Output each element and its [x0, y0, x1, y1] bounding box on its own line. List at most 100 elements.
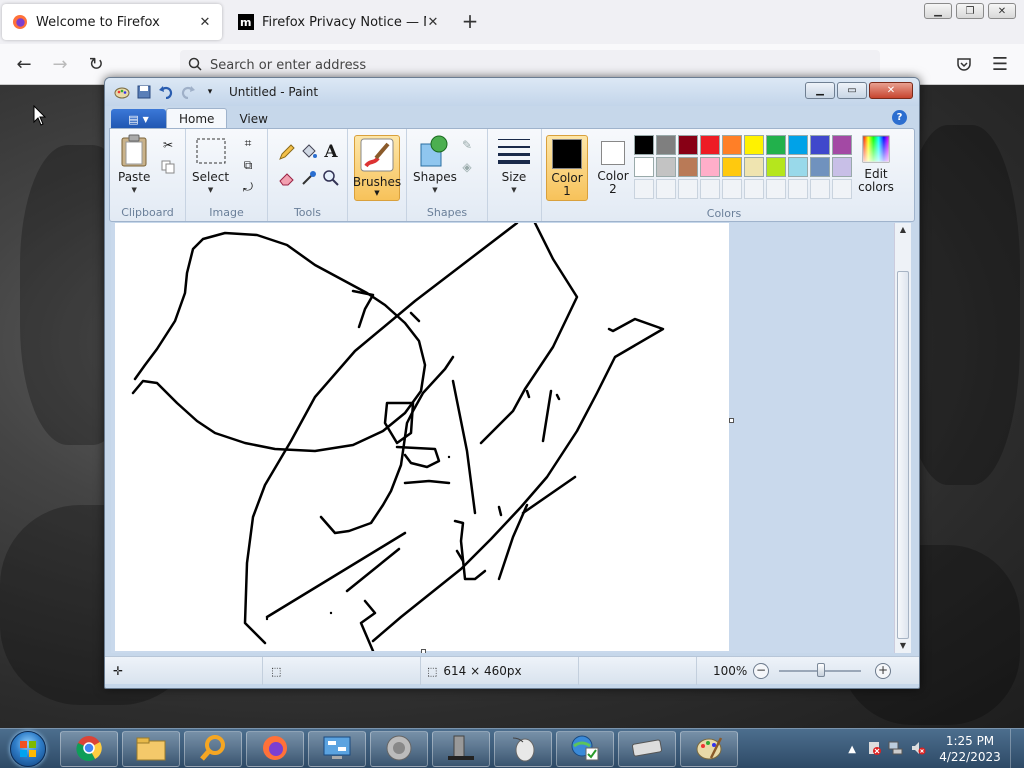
customize-quick-access-icon[interactable]: ▾: [201, 83, 219, 101]
palette-swatch-empty[interactable]: [634, 179, 654, 199]
reload-icon[interactable]: ↻: [84, 52, 108, 76]
zoom-out-button[interactable]: −: [753, 663, 769, 679]
file-menu-button[interactable]: ▤ ▼: [111, 109, 166, 129]
resize-icon[interactable]: ⧉: [238, 155, 258, 175]
taskbar-keyboard[interactable]: [618, 731, 676, 767]
color1-button[interactable]: Color 1: [546, 135, 588, 201]
paste-button[interactable]: Paste ▼: [118, 133, 150, 197]
palette-swatch[interactable]: [832, 135, 852, 155]
back-arrow-icon[interactable]: ←: [12, 52, 36, 76]
palette-swatch-empty[interactable]: [722, 179, 742, 199]
palette-swatch[interactable]: [700, 157, 720, 177]
zoom-slider-thumb[interactable]: [817, 663, 825, 677]
size-button[interactable]: Size ▼: [498, 133, 530, 197]
scroll-down-icon[interactable]: ▼: [895, 639, 911, 653]
scrollbar-thumb[interactable]: [897, 271, 909, 639]
resize-handle-bottom[interactable]: [421, 649, 426, 653]
redo-icon[interactable]: [179, 83, 197, 101]
crop-icon[interactable]: ⌗: [238, 133, 258, 153]
palette-swatch[interactable]: [634, 157, 654, 177]
save-icon[interactable]: [135, 83, 153, 101]
shapes-button[interactable]: Shapes ▼: [413, 133, 457, 197]
palette-swatch-empty[interactable]: [656, 179, 676, 199]
taskbar-paint[interactable]: [680, 731, 738, 767]
tab-home[interactable]: Home: [166, 108, 228, 129]
minimize-icon[interactable]: ▁: [924, 3, 952, 19]
minimize-icon[interactable]: ▁: [805, 82, 835, 99]
palette-swatch-empty[interactable]: [832, 179, 852, 199]
forward-arrow-icon[interactable]: →: [48, 52, 72, 76]
palette-swatch-empty[interactable]: [810, 179, 830, 199]
fill-bucket-icon[interactable]: [298, 141, 320, 163]
taskbar-control-panel[interactable]: [308, 731, 366, 767]
vertical-scrollbar[interactable]: ▲ ▼: [894, 223, 911, 653]
taskbar-search[interactable]: [184, 731, 242, 767]
palette-swatch[interactable]: [766, 157, 786, 177]
palette-swatch[interactable]: [810, 157, 830, 177]
text-tool-icon[interactable]: A: [320, 141, 342, 163]
select-button[interactable]: Select ▼: [192, 133, 229, 197]
palette-swatch[interactable]: [656, 157, 676, 177]
start-button[interactable]: [4, 730, 52, 768]
pocket-icon[interactable]: [952, 52, 976, 76]
maximize-icon[interactable]: ▭: [837, 82, 867, 99]
palette-swatch-empty[interactable]: [700, 179, 720, 199]
taskbar-mouse-settings[interactable]: [494, 731, 552, 767]
outline-icon[interactable]: ✎: [457, 135, 477, 155]
new-tab-button[interactable]: +: [458, 10, 482, 34]
palette-swatch[interactable]: [722, 135, 742, 155]
scroll-up-icon[interactable]: ▲: [895, 223, 911, 237]
taskbar-computer[interactable]: [432, 731, 490, 767]
palette-swatch[interactable]: [634, 135, 654, 155]
taskbar-sound[interactable]: [370, 731, 428, 767]
rotate-icon[interactable]: ⤾: [238, 177, 258, 197]
close-tab-icon[interactable]: ✕: [198, 15, 212, 30]
pencil-icon[interactable]: [276, 141, 298, 163]
color2-button[interactable]: Color 2: [592, 135, 634, 201]
eraser-icon[interactable]: [276, 167, 298, 189]
taskbar-network-tasks[interactable]: [556, 731, 614, 767]
menu-hamburger-icon[interactable]: ☰: [988, 52, 1012, 76]
cut-icon[interactable]: ✂: [158, 135, 178, 155]
undo-icon[interactable]: [157, 83, 175, 101]
resize-handle-right[interactable]: [729, 418, 734, 423]
palette-swatch[interactable]: [744, 157, 764, 177]
network-icon[interactable]: [888, 740, 904, 759]
system-clock[interactable]: 1:25 PM 4/22/2023: [934, 733, 1006, 765]
show-hidden-icons-icon[interactable]: ▲: [848, 744, 856, 755]
drawing-canvas[interactable]: [115, 223, 729, 651]
edit-colors-button[interactable]: Edit colors: [854, 135, 898, 194]
palette-swatch[interactable]: [678, 135, 698, 155]
close-window-icon[interactable]: ✕: [988, 3, 1016, 19]
zoom-in-button[interactable]: +: [875, 663, 891, 679]
volume-muted-icon[interactable]: [910, 740, 926, 759]
palette-swatch[interactable]: [700, 135, 720, 155]
color-picker-icon[interactable]: [298, 167, 320, 189]
copy-icon[interactable]: [158, 157, 178, 177]
magnifier-icon[interactable]: [320, 167, 342, 189]
tab-privacy-notice[interactable]: m Firefox Privacy Notice — Mozilla ✕: [228, 4, 450, 40]
taskbar-chrome[interactable]: [60, 731, 118, 767]
palette-swatch-empty[interactable]: [766, 179, 786, 199]
taskbar-file-explorer[interactable]: [122, 731, 180, 767]
restore-icon[interactable]: ❐: [956, 3, 984, 19]
palette-swatch-empty[interactable]: [744, 179, 764, 199]
palette-swatch[interactable]: [810, 135, 830, 155]
action-center-icon[interactable]: [866, 740, 882, 759]
show-desktop-button[interactable]: [1010, 729, 1024, 768]
palette-swatch[interactable]: [744, 135, 764, 155]
palette-swatch-empty[interactable]: [678, 179, 698, 199]
close-window-icon[interactable]: ✕: [869, 82, 913, 99]
fill-icon[interactable]: ◈: [457, 157, 477, 177]
tab-view[interactable]: View: [227, 108, 279, 129]
taskbar-firefox[interactable]: [246, 731, 304, 767]
palette-swatch[interactable]: [766, 135, 786, 155]
palette-swatch[interactable]: [678, 157, 698, 177]
close-tab-icon[interactable]: ✕: [426, 15, 440, 30]
tab-welcome[interactable]: Welcome to Firefox ✕: [2, 4, 222, 40]
paint-app-icon[interactable]: [113, 83, 131, 101]
palette-swatch[interactable]: [788, 157, 808, 177]
palette-swatch[interactable]: [656, 135, 676, 155]
brushes-button[interactable]: Brushes ▼: [353, 135, 401, 201]
palette-swatch[interactable]: [788, 135, 808, 155]
